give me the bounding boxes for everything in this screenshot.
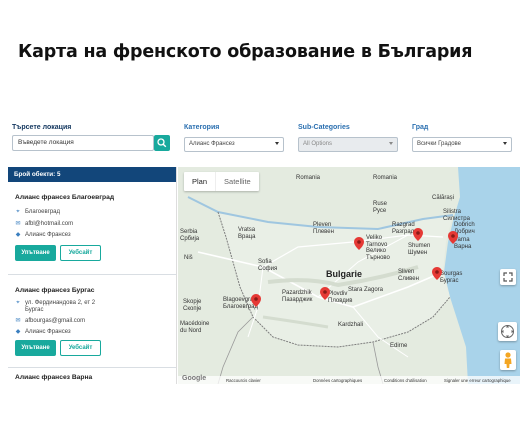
map-label-pazardzhik: Pazardzhik Пазарджик [282, 290, 313, 303]
list-item[interactable]: Алианс франсез Варна [8, 368, 176, 384]
chevron-down-icon [275, 142, 279, 145]
address-row: ⌖ ул. Фердинандова 2, ет 2 [16, 300, 96, 306]
chevron-down-icon [503, 142, 507, 145]
results-count: Брой обекти: 5 [8, 167, 176, 182]
tag-icon: ◆ [15, 232, 21, 238]
email-row: ✉ afbourgas@gmail.com [15, 318, 86, 324]
terms-link[interactable]: Conditions d'utilisation [384, 378, 427, 383]
pan-icon [501, 325, 514, 338]
page-title: Карта на френското образование в Българи… [18, 42, 473, 62]
category-value: Алианс Франсез [189, 141, 235, 147]
website-button[interactable]: Уебсайт [60, 340, 101, 356]
search-label: Търсете локация [12, 124, 72, 131]
map-marker-burgas[interactable] [432, 267, 442, 280]
map-marker-varna[interactable] [448, 231, 458, 244]
report-error-link[interactable]: Signaler une erreur cartographique [444, 378, 511, 383]
street-view-button[interactable] [500, 350, 516, 370]
directions-button[interactable]: Упътване [15, 245, 56, 261]
map-label-romania: Romania [373, 175, 398, 181]
map-marker-plovdiv[interactable] [320, 287, 330, 300]
location-name: Алианс франсез Бургас [15, 287, 95, 294]
map-label-kardzhali: Kardzhali [338, 322, 364, 328]
fullscreen-button[interactable] [500, 269, 516, 285]
mail-icon: ✉ [15, 221, 21, 227]
map-label-nis: Niš [184, 255, 193, 261]
category-label: Категория [184, 124, 220, 131]
map-label-plovdiv: Plovdiv Пловдив [328, 291, 353, 304]
search-icon [157, 138, 167, 148]
location-search-input[interactable]: Въведете локация [12, 135, 154, 151]
subcategory-value: All Options [303, 141, 333, 147]
locator-panel: Търсете локация Въведете локация Категор… [8, 112, 520, 384]
fullscreen-icon [503, 272, 513, 282]
map-label-edirne: Edirne [390, 343, 408, 349]
subcategory-select[interactable]: All Options [298, 137, 398, 152]
category-row: ◆ Алианс Франсез [15, 329, 71, 335]
map-marker-shumen[interactable] [413, 228, 423, 241]
subcategory-label: Sub-Categories [298, 124, 350, 131]
address-row-2: Бургас [25, 307, 44, 313]
map-label-bulgaria: Bulgarie [326, 269, 363, 279]
map-label-romania: Romania [296, 175, 321, 181]
map-label-sliven: Sliven Сливен [398, 269, 419, 282]
map-label-silistra: Silistra Силистра [443, 209, 470, 222]
category-row: ◆ Алианс Франсез [15, 232, 71, 238]
map-label-ruse: Ruse Русе [373, 201, 388, 214]
map-marker-veliko-tarnovo[interactable] [354, 237, 364, 250]
city-select[interactable]: Всички Градове [412, 137, 512, 152]
website-button[interactable]: Уебсайт [60, 245, 101, 261]
category-select[interactable]: Алианс Франсез [184, 137, 284, 152]
tag-icon: ◆ [15, 329, 21, 335]
chevron-down-icon [389, 142, 393, 145]
map-label-macedonia: Macédoine du Nord [180, 321, 210, 334]
results-list[interactable]: Брой обекти: 5 Алианс франсез Благоевгра… [8, 167, 177, 384]
map-label-skopje: Skopje Скопје [183, 299, 202, 312]
mail-icon: ✉ [15, 318, 21, 324]
map-label-sofia: Sofia София [258, 259, 278, 272]
map-label-vratsa: Vratsa Враца [238, 227, 256, 240]
location-name: Алианс франсез Варна [15, 374, 93, 381]
filter-bar: Търсете локация Въведете локация Категор… [8, 112, 520, 160]
directions-button[interactable]: Упътване [15, 340, 56, 356]
location-pin-icon: ⌖ [16, 300, 20, 306]
pegman-icon [504, 352, 512, 368]
map-view[interactable]: Romania Romania Călărași Ruse Русе Silis… [178, 167, 520, 384]
map-label-stara-zagora: Stara Zagora [348, 287, 384, 293]
map-label-serbia: Serbia Србија [180, 229, 200, 242]
location-name: Алианс франсез Благоевград [15, 194, 115, 201]
map-label-pleven: Pleven Плевен [313, 222, 334, 235]
email-row: ✉ afbl@hotmail.com [15, 221, 74, 227]
map-label-calarasi: Călărași [432, 195, 455, 201]
map-label-razgrad: Razgrad Разград [392, 222, 415, 235]
list-item[interactable]: Алианс франсез Бургас ⌖ ул. Фердинандова … [8, 275, 176, 368]
tab-plan[interactable]: Plan [184, 172, 215, 191]
list-item[interactable]: Алианс франсез Благоевград ⌖ Благоевград … [8, 182, 176, 275]
map-label-veliko-tarnovo: Veliko Tarnovo Велико Търново [366, 235, 390, 261]
pan-control[interactable] [498, 322, 517, 341]
map-label-shumen: Shumen Шумен [408, 243, 431, 256]
location-pin-icon: ⌖ [16, 209, 20, 215]
google-logo: Google [182, 375, 207, 382]
search-button[interactable] [154, 135, 170, 151]
map-marker-blagoevgrad[interactable] [251, 294, 261, 307]
map-label-burgas: Bourgas Бургас [440, 271, 463, 284]
map-type-control: Plan Satellite [184, 172, 259, 191]
map-data-link[interactable]: Données cartographiques [313, 378, 362, 383]
city-value: Всички Градове [417, 141, 462, 147]
city-label: Град [412, 124, 429, 131]
address-row: ⌖ Благоевград [16, 209, 60, 215]
tab-satellite[interactable]: Satellite [215, 172, 259, 191]
map-attribution: Raccourcis clavier Données cartographiqu… [178, 376, 520, 384]
keyboard-shortcuts-link[interactable]: Raccourcis clavier [226, 378, 261, 383]
